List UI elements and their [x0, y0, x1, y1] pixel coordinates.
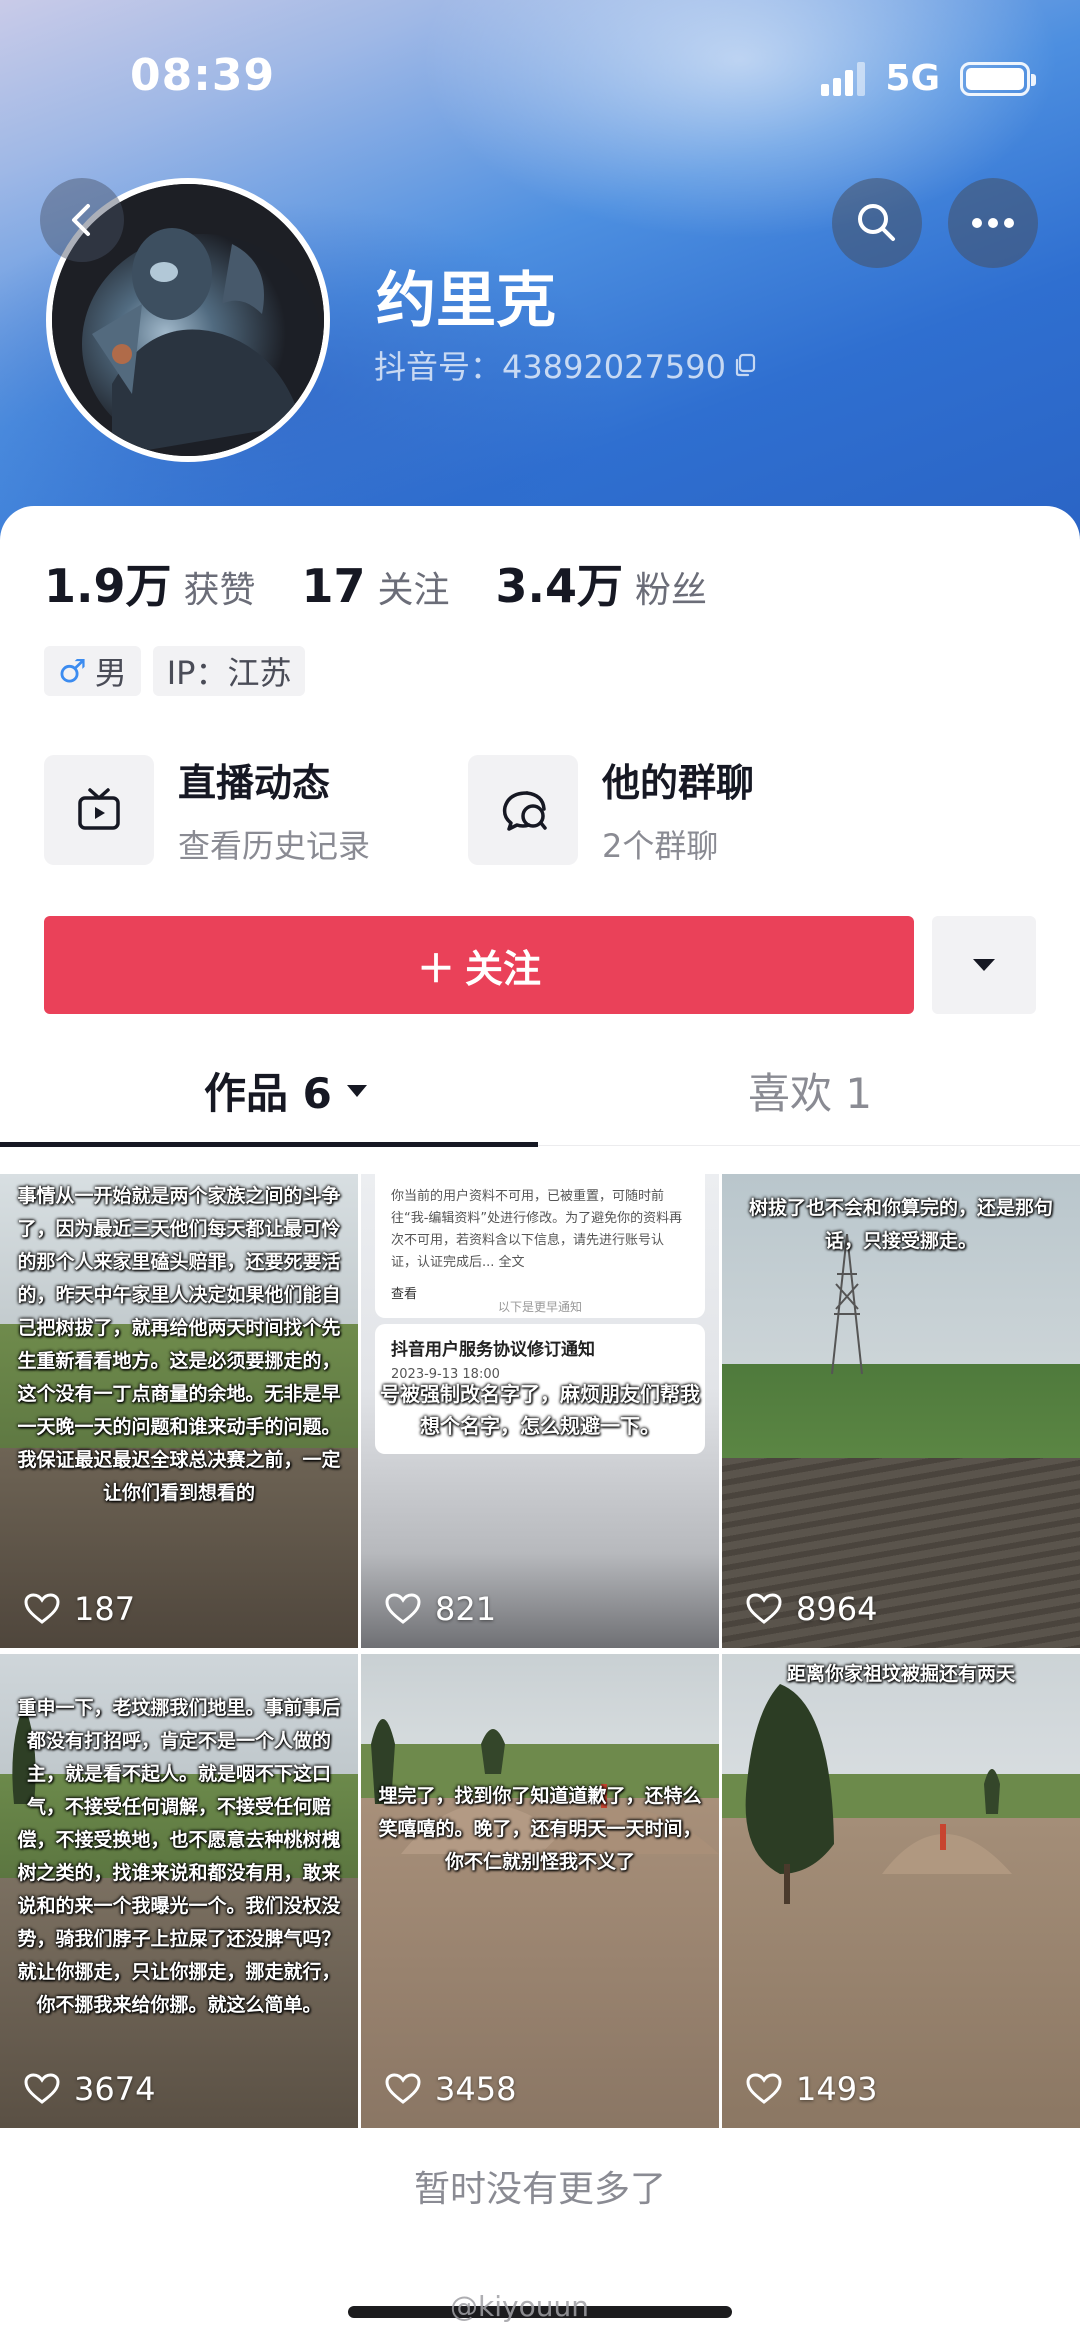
status-time: 08:39 — [130, 50, 276, 101]
like-count: 1493 — [746, 2070, 877, 2108]
tab-works[interactable]: 作品 6 — [204, 1060, 368, 1121]
battery-icon — [960, 61, 1036, 96]
field-photo — [361, 1654, 719, 2128]
profile-name: 约里克 — [376, 266, 556, 336]
like-count: 8964 — [746, 1590, 877, 1628]
content-tabs: 作品 6 喜欢 1 — [0, 1042, 1080, 1147]
live-title: 直播动态 — [178, 761, 331, 805]
more-dots-icon — [972, 218, 1014, 228]
group-chat-entry[interactable]: 他的群聊 2个群聊 — [468, 752, 754, 867]
stat-value: 3.4万 — [495, 559, 624, 613]
more-options-button[interactable] — [948, 178, 1038, 268]
caret-down-icon — [973, 959, 995, 971]
like-count-value: 8964 — [796, 1590, 878, 1628]
notification-card: 你当前的用户资料不可用，已被重置，可随时前往“我-编辑资料”处进行修改。为了避免… — [375, 1174, 705, 1318]
heart-icon — [746, 2073, 782, 2104]
male-icon: ♂ — [58, 652, 87, 690]
stat-label: 粉丝 — [635, 570, 708, 611]
field-photo — [722, 1654, 1080, 2128]
plus-icon: ＋ — [416, 946, 455, 991]
group-subtitle: 2个群聊 — [602, 827, 719, 865]
ip-label: IP：江苏 — [166, 654, 292, 692]
video-caption: 埋完了，找到你了知道道歉了，还特么笑嘻嘻的。晚了，还有明天一天时间，你不仁就别怪… — [378, 1785, 702, 1873]
signal-icon — [821, 61, 866, 96]
like-count: 3674 — [24, 2070, 155, 2108]
earlier-divider: 以下是更早通知 — [497, 1300, 582, 1314]
stat-value: 1.9万 — [44, 559, 172, 613]
heart-icon — [24, 2073, 60, 2104]
tv-icon — [78, 787, 120, 830]
video-caption: 事情从一开始就是两个家族之间的斗争了，因为最近三天他们每天都让最可怜的那个人来家… — [17, 1185, 341, 1504]
video-caption: 距离你家祖坟被掘还有两天 — [786, 1663, 1015, 1685]
stat-label: 关注 — [377, 570, 450, 611]
like-count: 187 — [24, 1590, 135, 1628]
heart-icon — [746, 1593, 782, 1624]
stat-followers[interactable]: 3.4万 粉丝 — [496, 550, 708, 616]
heart-icon — [24, 1593, 60, 1624]
chevron-left-icon — [72, 204, 90, 236]
tab-works-label: 作品 6 — [204, 1069, 332, 1118]
notice-title: 抖音用户服务协议修订通知 — [391, 1340, 595, 1360]
like-count-value: 1493 — [796, 2070, 878, 2108]
tab-likes[interactable]: 喜欢 1 — [748, 1060, 872, 1121]
status-icons: 5G — [821, 58, 1036, 99]
video-caption: 树拔了也不会和你算完的，还是那句话，只接受挪走。 — [748, 1197, 1053, 1252]
stat-likes: 1.9万 获赞 — [44, 550, 256, 616]
video-grid: 事情从一开始就是两个家族之间的斗争了，因为最近三天他们每天都让最可怜的那个人来家… — [0, 1174, 1080, 2128]
live-icon-box — [44, 754, 154, 865]
follow-label: 关注 — [465, 946, 542, 991]
cypress-and-mound — [745, 1684, 1012, 1904]
video-thumbnail[interactable]: 你当前的用户资料不可用，已被重置，可随时前往“我-编辑资料”处进行修改。为了避免… — [361, 1174, 719, 1648]
douyin-id-text: 抖音号：43892027590 — [374, 348, 726, 386]
back-button[interactable] — [40, 178, 124, 262]
group-icon-box — [468, 754, 578, 865]
watermark: @kiyouun — [450, 2290, 589, 2323]
follow-button[interactable]: ＋ 关注 — [44, 916, 914, 1014]
stat-following[interactable]: 17 关注 — [302, 559, 450, 613]
like-count: 821 — [385, 1590, 496, 1628]
video-caption: 重申一下，老坟挪我们地里。事前事后都没有打招呼，肯定不是一个人做的主，就是看不起… — [17, 1697, 341, 2016]
like-count-value: 3458 — [435, 2070, 517, 2108]
video-thumbnail[interactable]: 事情从一开始就是两个家族之间的斗争了，因为最近三天他们每天都让最可怜的那个人来家… — [0, 1174, 358, 1648]
like-count-value: 821 — [435, 1590, 497, 1628]
tab-likes-label: 喜欢 1 — [748, 1069, 873, 1118]
heart-icon — [385, 2073, 421, 2104]
ip-tag: IP：江苏 — [152, 646, 306, 696]
douyin-id[interactable]: 抖音号：43892027590 — [374, 342, 758, 388]
video-caption: 号被强制改名字了，麻烦朋友们帮我想个名字，怎么规避一下。 — [380, 1382, 700, 1438]
gender-tag: ♂ 男 — [44, 646, 141, 696]
like-count: 3458 — [385, 2070, 516, 2108]
caret-down-icon — [346, 1084, 367, 1097]
stat-value: 17 — [301, 559, 366, 613]
group-title: 他的群聊 — [602, 761, 755, 805]
video-thumbnail[interactable]: 埋完了，找到你了知道道歉了，还特么笑嘻嘻的。晚了，还有明天一天时间，你不仁就别怪… — [361, 1654, 719, 2128]
search-icon — [858, 204, 895, 241]
recommend-dropdown-button[interactable] — [932, 916, 1036, 1014]
copy-icon[interactable] — [732, 352, 758, 378]
stat-label: 获赞 — [183, 570, 256, 611]
live-history-entry[interactable]: 直播动态 查看历史记录 — [44, 752, 370, 867]
like-count-value: 187 — [74, 1590, 136, 1628]
video-thumbnail[interactable]: 距离你家祖坟被掘还有两天 1493 — [722, 1654, 1080, 2128]
gender-label: 男 — [94, 654, 127, 692]
network-label: 5G — [885, 58, 940, 99]
profile-tags: ♂ 男 IP：江苏 — [44, 646, 306, 696]
active-tab-indicator — [0, 1142, 538, 1147]
end-of-list-text: 暂时没有更多了 — [413, 2169, 666, 2210]
video-thumbnail[interactable]: 重申一下，老坟挪我们地里。事前事后都没有打招呼，肯定不是一个人做的主，就是看不起… — [0, 1654, 358, 2128]
search-button[interactable] — [832, 178, 922, 268]
chat-bubbles-icon — [502, 790, 547, 831]
video-thumbnail[interactable]: 树拔了也不会和你算完的，还是那句话，只接受挪走。 8964 — [722, 1174, 1080, 1648]
stats-row: 1.9万 获赞 17 关注 3.4万 粉丝 — [44, 550, 753, 616]
live-subtitle: 查看历史记录 — [178, 827, 371, 865]
notification-text: 你当前的用户资料不可用，已被重置，可随时前往“我-编辑资料”处进行修改。为了避免… — [391, 1189, 683, 1270]
like-count-value: 3674 — [74, 2070, 156, 2108]
heart-icon — [385, 1593, 421, 1624]
